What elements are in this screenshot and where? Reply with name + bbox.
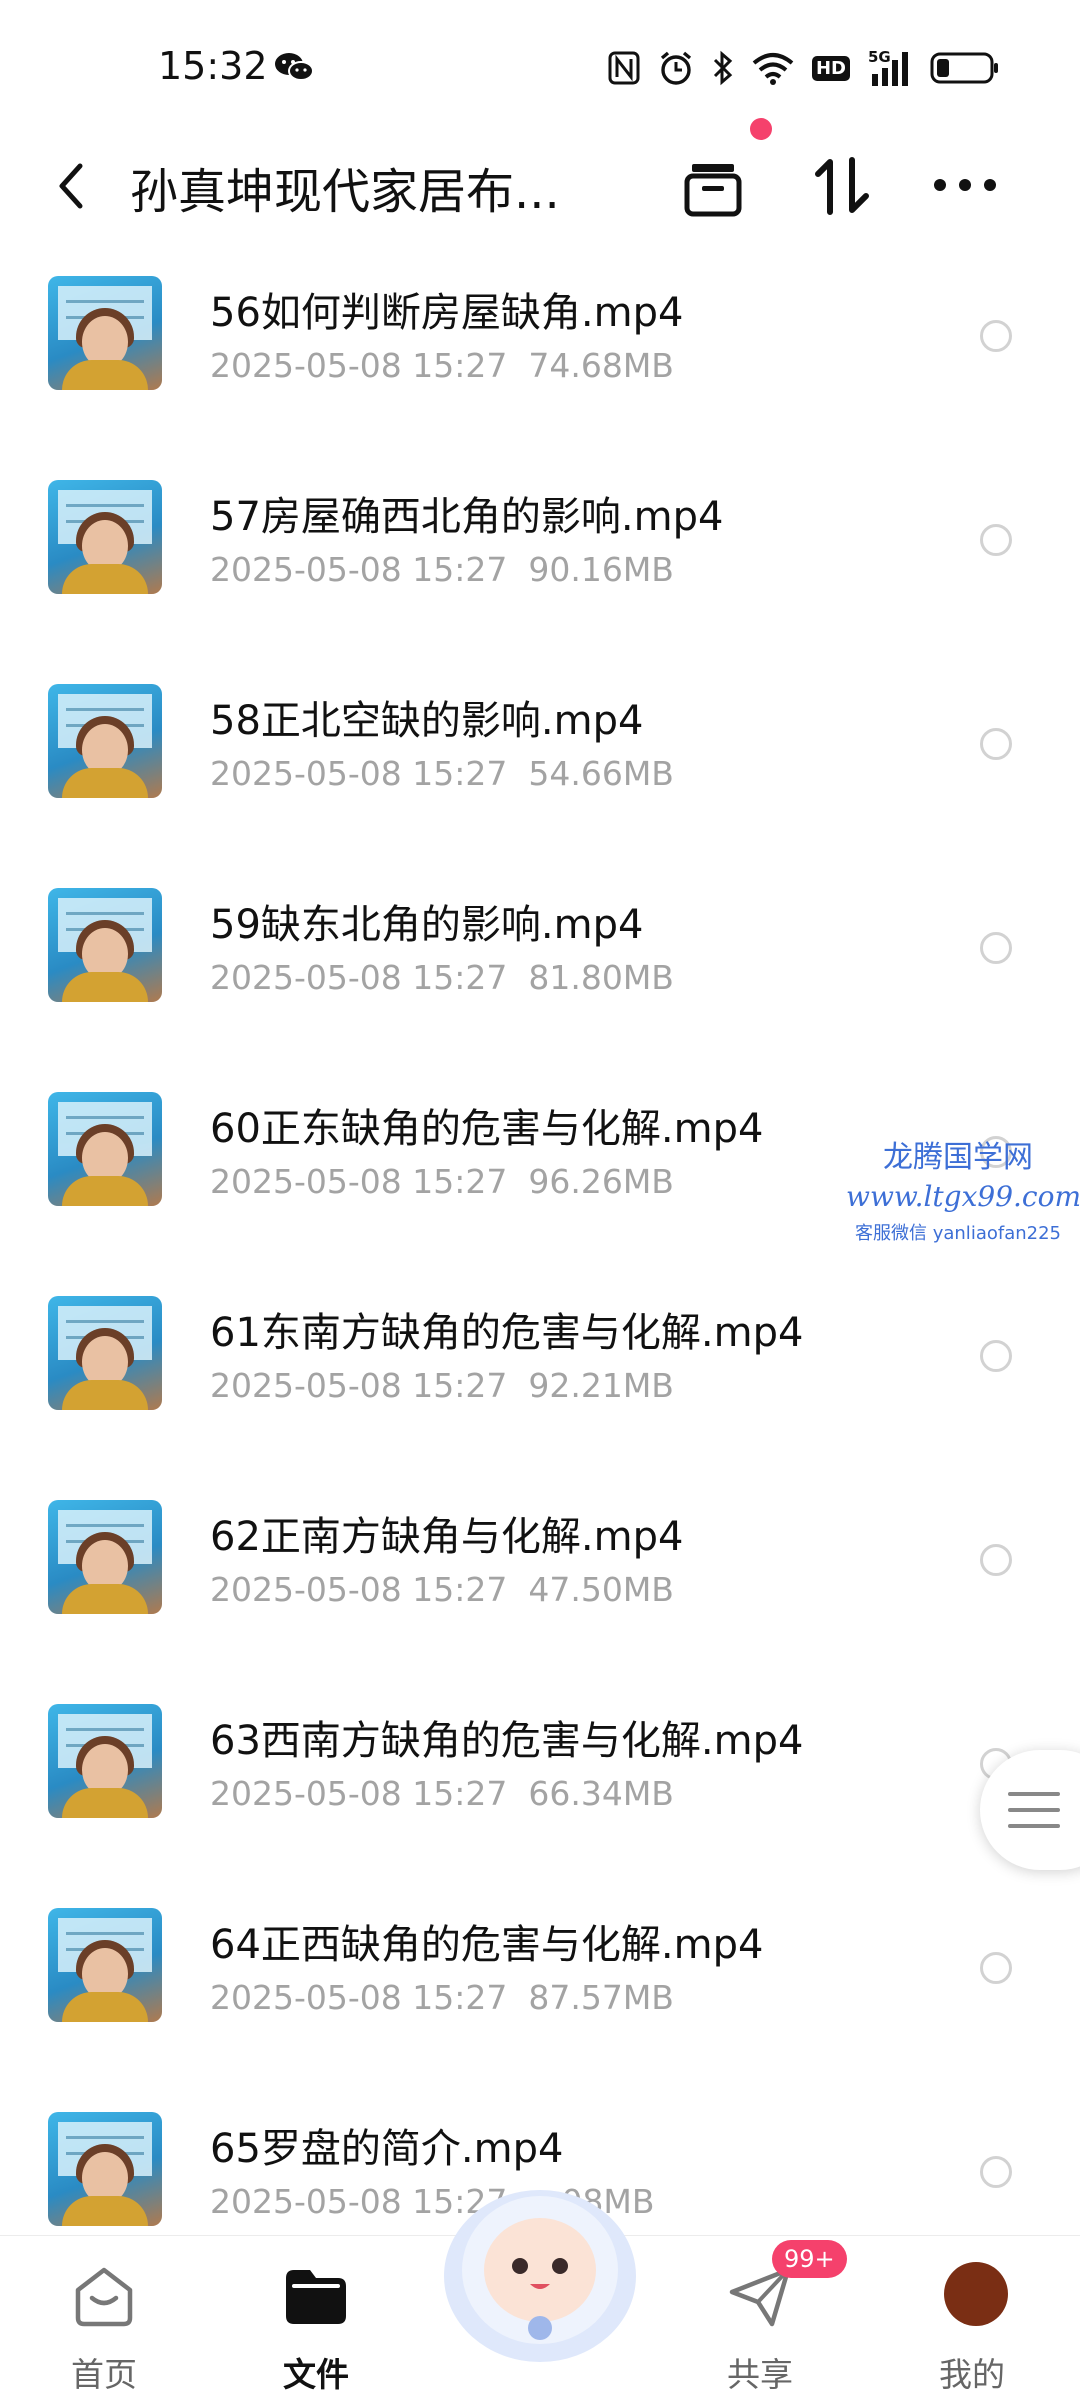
- file-meta: 2025-05-08 15:27 92.21MB: [210, 1366, 674, 1405]
- more-icon[interactable]: [930, 160, 1000, 210]
- file-row[interactable]: 59缺东北角的影响.mp4 2025-05-08 15:27 81.80MB: [0, 862, 1080, 1066]
- video-thumbnail: [48, 1500, 162, 1614]
- file-date: 2025-05-08 15:27: [210, 754, 508, 793]
- file-date: 2025-05-08 15:27: [210, 1570, 508, 1609]
- video-thumbnail: [48, 480, 162, 594]
- file-name: 60正东缺角的危害与化解.mp4: [210, 1106, 764, 1152]
- hd-icon: HD: [811, 55, 850, 81]
- file-meta: 2025-05-08 15:27 54.66MB: [210, 754, 674, 793]
- select-radio[interactable]: [980, 728, 1012, 760]
- watermark-url: www.ltgx99.com: [846, 1180, 1080, 1213]
- file-size: 96.26MB: [528, 1162, 674, 1201]
- archive-icon[interactable]: [680, 150, 746, 222]
- bluetooth-icon: [713, 50, 733, 86]
- home-icon: [75, 2267, 133, 2327]
- status-icons: HD 5G: [608, 48, 1000, 88]
- watermark-title: 龙腾国学网: [883, 1140, 1033, 1175]
- sort-icon[interactable]: [812, 152, 872, 220]
- select-radio[interactable]: [980, 1544, 1012, 1576]
- file-size: 47.50MB: [528, 1570, 674, 1609]
- file-meta: 2025-05-08 15:27 87.57MB: [210, 1978, 674, 2017]
- status-time: 15:32: [158, 44, 268, 88]
- alarm-icon: [660, 51, 692, 85]
- file-size: 81.80MB: [528, 958, 674, 997]
- top-app-bar: 孙真坤现代家居布...: [0, 118, 1080, 250]
- video-thumbnail: [48, 1296, 162, 1410]
- nav-home-label: 首页: [71, 2355, 137, 2394]
- file-meta: 2025-05-08 15:27 81.80MB: [210, 958, 674, 997]
- signal-5g-icon: 5G: [868, 48, 908, 86]
- watermark: 龙腾国学网 www.ltgx99.com 客服微信 yanliaofan225: [846, 1132, 1080, 1245]
- file-meta: 2025-05-08 15:27 90.16MB: [210, 550, 674, 589]
- file-meta: 2025-05-08 15:27 96.26MB: [210, 1162, 674, 1201]
- file-name: 59缺东北角的影响.mp4: [210, 902, 644, 948]
- nfc-icon: [608, 51, 640, 85]
- file-size: 87.57MB: [528, 1978, 674, 2017]
- file-row[interactable]: 61东南方缺角的危害与化解.mp4 2025-05-08 15:27 92.21…: [0, 1270, 1080, 1474]
- video-thumbnail: [48, 2112, 162, 2226]
- nav-files[interactable]: 文件: [236, 2236, 396, 2400]
- nav-files-label: 文件: [283, 2355, 349, 2394]
- video-thumbnail: [48, 276, 162, 390]
- file-size: 66.34MB: [528, 1774, 674, 1813]
- file-name: 61东南方缺角的危害与化解.mp4: [210, 1310, 804, 1356]
- file-name: 57房屋确西北角的影响.mp4: [210, 494, 724, 540]
- file-row[interactable]: 63西南方缺角的危害与化解.mp4 2025-05-08 15:27 66.34…: [0, 1678, 1080, 1882]
- assistant-mascot-icon[interactable]: [428, 2158, 652, 2368]
- menu-icon: [1008, 1792, 1060, 1828]
- file-date: 2025-05-08 15:27: [210, 1978, 508, 2017]
- nav-mine-label: 我的: [939, 2355, 1005, 2394]
- file-size: 74.68MB: [528, 346, 674, 385]
- watermark-contact: 客服微信 yanliaofan225: [855, 1223, 1061, 1244]
- video-thumbnail: [48, 1092, 162, 1206]
- file-size: 90.16MB: [528, 550, 674, 589]
- file-row[interactable]: 58正北空缺的影响.mp4 2025-05-08 15:27 54.66MB: [0, 658, 1080, 862]
- file-row[interactable]: 64正西缺角的危害与化解.mp4 2025-05-08 15:27 87.57M…: [0, 1882, 1080, 2086]
- file-row[interactable]: 56如何判断房屋缺角.mp4 2025-05-08 15:27 74.68MB: [0, 250, 1080, 454]
- nav-home[interactable]: 首页: [24, 2236, 184, 2400]
- select-radio[interactable]: [980, 524, 1012, 556]
- file-date: 2025-05-08 15:27: [210, 346, 508, 385]
- status-bar: 15:32 HD 5G: [0, 0, 1080, 130]
- file-date: 2025-05-08 15:27: [210, 1366, 508, 1405]
- avatar-icon: [944, 2262, 1008, 2326]
- nav-mine[interactable]: 我的: [892, 2236, 1052, 2400]
- wifi-icon: [752, 53, 794, 85]
- file-name: 64正西缺角的危害与化解.mp4: [210, 1922, 764, 1968]
- file-row[interactable]: 57房屋确西北角的影响.mp4 2025-05-08 15:27 90.16MB: [0, 454, 1080, 658]
- file-date: 2025-05-08 15:27: [210, 550, 508, 589]
- video-thumbnail: [48, 1704, 162, 1818]
- page-title: 孙真坤现代家居布...: [130, 164, 560, 220]
- select-radio[interactable]: [980, 320, 1012, 352]
- file-name: 63西南方缺角的危害与化解.mp4: [210, 1718, 804, 1764]
- select-radio[interactable]: [980, 932, 1012, 964]
- share-badge: 99+: [772, 2240, 847, 2278]
- file-date: 2025-05-08 15:27: [210, 1162, 508, 1201]
- file-meta: 2025-05-08 15:27 66.34MB: [210, 1774, 674, 1813]
- select-radio[interactable]: [980, 1340, 1012, 1372]
- back-icon[interactable]: [48, 156, 92, 216]
- file-row[interactable]: 62正南方缺角与化解.mp4 2025-05-08 15:27 47.50MB: [0, 1474, 1080, 1678]
- select-radio[interactable]: [980, 2156, 1012, 2188]
- file-meta: 2025-05-08 15:27 47.50MB: [210, 1570, 674, 1609]
- video-thumbnail: [48, 684, 162, 798]
- file-size: 92.21MB: [528, 1366, 674, 1405]
- video-thumbnail: [48, 888, 162, 1002]
- battery-icon: [930, 52, 998, 84]
- file-meta: 2025-05-08 15:27 74.68MB: [210, 346, 674, 385]
- file-size: 54.66MB: [528, 754, 674, 793]
- file-name: 62正南方缺角与化解.mp4: [210, 1514, 684, 1560]
- file-date: 2025-05-08 15:27: [210, 1774, 508, 1813]
- file-name: 58正北空缺的影响.mp4: [210, 698, 644, 744]
- notification-dot: [750, 118, 772, 140]
- folder-icon: [286, 2270, 346, 2324]
- nav-share[interactable]: 99+ 共享: [680, 2236, 847, 2400]
- file-name: 56如何判断房屋缺角.mp4: [210, 290, 684, 336]
- file-date: 2025-05-08 15:27: [210, 958, 508, 997]
- video-thumbnail: [48, 1908, 162, 2022]
- nav-share-label: 共享: [727, 2355, 793, 2394]
- select-radio[interactable]: [980, 1952, 1012, 1984]
- wechat-icon: [275, 53, 314, 81]
- svg-text:5G: 5G: [868, 48, 891, 66]
